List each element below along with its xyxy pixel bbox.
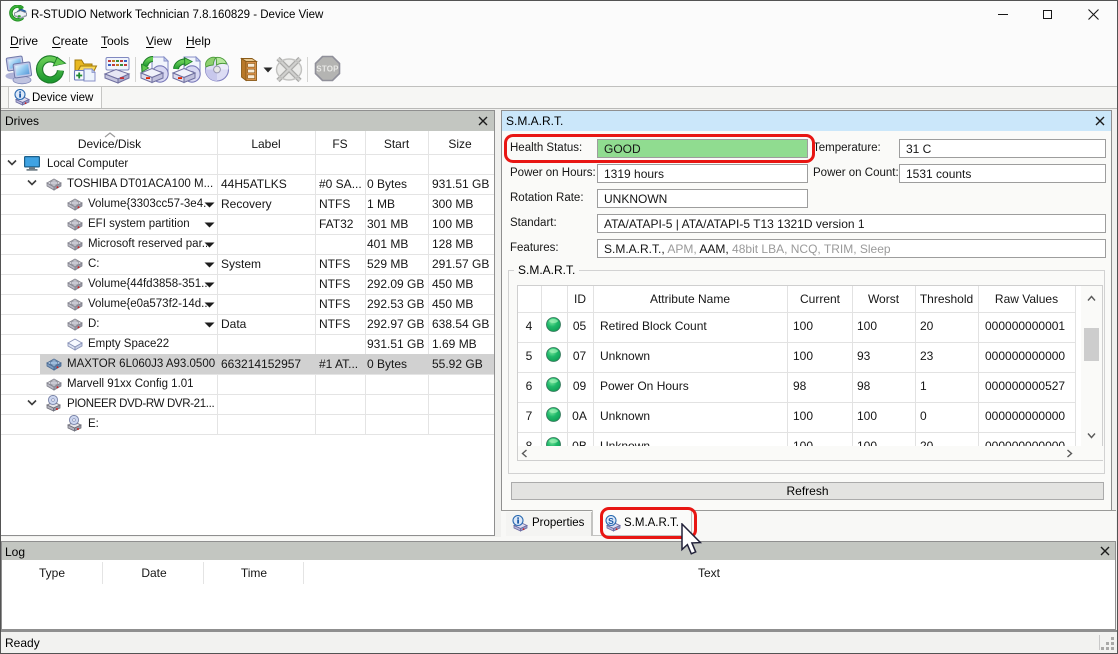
svg-text:STOP: STOP xyxy=(316,65,339,74)
